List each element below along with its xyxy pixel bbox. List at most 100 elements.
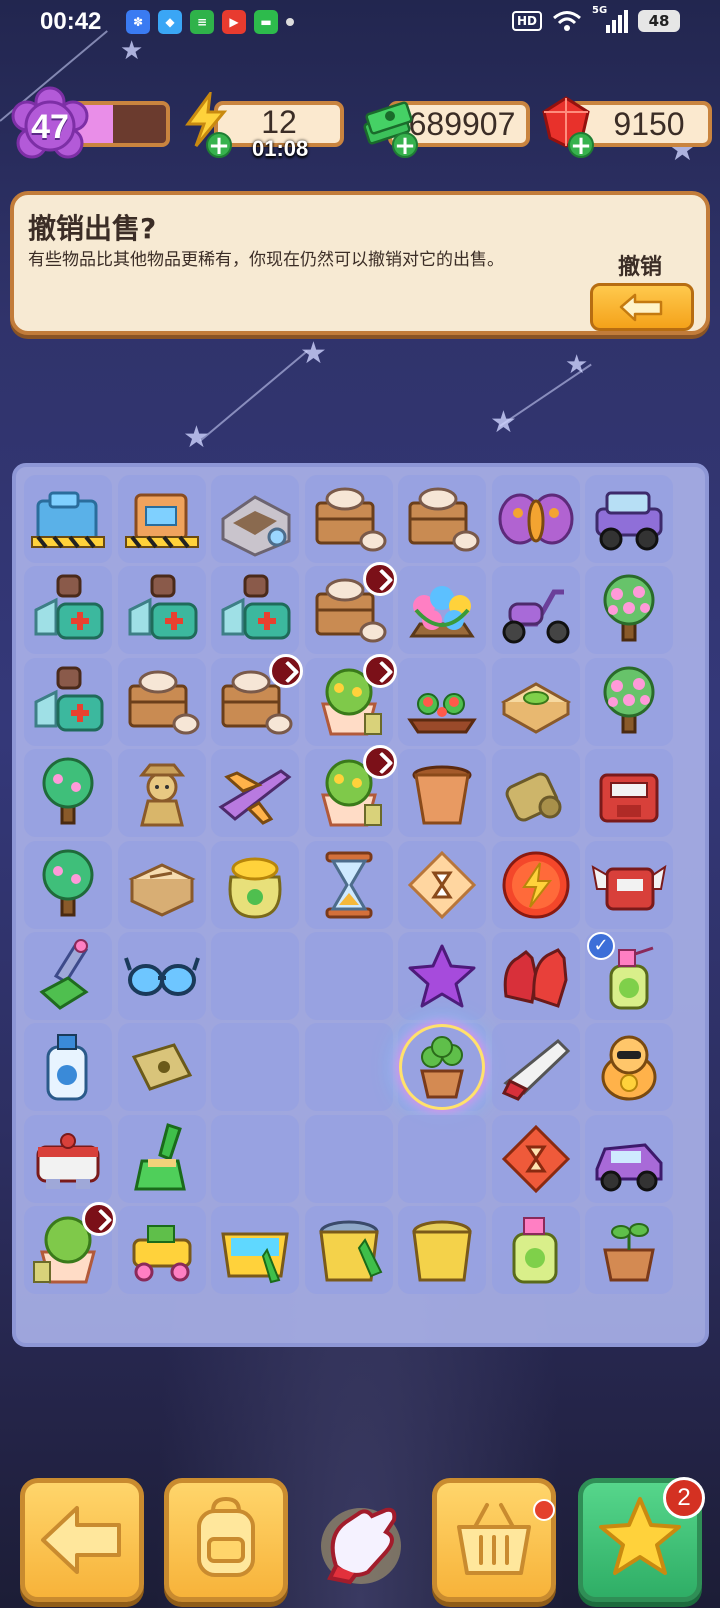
board-cell[interactable]	[211, 1206, 299, 1295]
detergent-icon[interactable]	[496, 1210, 576, 1290]
board-cell[interactable]: ✓	[585, 932, 673, 1020]
empty-board-cell[interactable]	[304, 932, 393, 1020]
board-cell[interactable]	[398, 932, 486, 1020]
board-cell[interactable]	[585, 1206, 673, 1295]
flower-bouquet-icon[interactable]	[402, 570, 482, 650]
board-cell[interactable]	[491, 1023, 580, 1112]
board-cell[interactable]	[211, 566, 299, 655]
board-cell[interactable]	[585, 840, 673, 929]
backpack-button[interactable]	[164, 1478, 288, 1602]
scooter-icon[interactable]	[496, 570, 576, 650]
sunglasses-icon[interactable]	[122, 936, 202, 1016]
medical-kit-icon[interactable]	[215, 570, 295, 650]
board-cell[interactable]	[398, 1206, 486, 1295]
board-cell[interactable]	[117, 475, 206, 563]
purple-star-icon[interactable]	[402, 936, 482, 1016]
board-cell[interactable]	[24, 657, 112, 746]
airplane-icon[interactable]	[215, 753, 295, 833]
board-cell[interactable]	[585, 1114, 673, 1203]
empty-board-cell[interactable]	[398, 1114, 486, 1203]
board-cell[interactable]	[304, 653, 397, 746]
scrub-brush-icon[interactable]	[28, 936, 108, 1016]
green-tree-icon[interactable]	[28, 753, 108, 833]
construction-site-icon[interactable]	[28, 479, 108, 559]
potted-plant-rainbow-icon[interactable]	[402, 1027, 482, 1107]
blossom-tree-icon[interactable]	[589, 570, 669, 650]
blossom-tree-icon[interactable]	[589, 662, 669, 742]
shop-button[interactable]	[432, 1478, 556, 1602]
board-cell[interactable]	[491, 1206, 580, 1295]
add-energy-button[interactable]: +	[206, 132, 232, 159]
board-cell[interactable]	[117, 1206, 206, 1295]
sandwich-icon[interactable]	[496, 662, 576, 742]
board-cell[interactable]	[117, 566, 206, 655]
board-cell[interactable]	[585, 566, 673, 655]
cargo-crate-icon[interactable]	[309, 479, 389, 559]
medical-kit-icon[interactable]	[28, 662, 108, 742]
back-button[interactable]	[20, 1478, 144, 1602]
board-cell[interactable]	[304, 562, 397, 655]
level-badge[interactable]: 47	[10, 86, 90, 166]
board-cell[interactable]	[585, 1023, 673, 1112]
water-bottle-icon[interactable]	[28, 1027, 108, 1107]
board-cell[interactable]	[117, 840, 206, 929]
board-cell[interactable]	[24, 1114, 112, 1203]
board-cell[interactable]	[491, 840, 580, 929]
hourglass-icon[interactable]	[309, 845, 389, 925]
board-cell[interactable]	[24, 840, 112, 929]
board-cell[interactable]	[211, 840, 299, 929]
board-cell[interactable]	[491, 566, 580, 655]
empty-board-cell[interactable]	[304, 1023, 393, 1112]
toy-cart-icon[interactable]	[122, 1210, 202, 1290]
board-cell[interactable]	[117, 749, 206, 838]
board-cell[interactable]	[24, 1202, 116, 1295]
toolbox-wings-icon[interactable]	[589, 845, 669, 925]
add-cash-button[interactable]: +	[392, 132, 418, 159]
board-cell[interactable]	[24, 566, 112, 655]
board-cell[interactable]	[24, 749, 112, 838]
board-cell[interactable]	[491, 932, 580, 1020]
board-cell[interactable]	[304, 745, 397, 838]
board-cell[interactable]	[24, 1023, 112, 1112]
purple-car-icon[interactable]	[589, 1119, 669, 1199]
aquarium-icon[interactable]	[215, 1210, 295, 1290]
undo-button[interactable]	[590, 283, 694, 331]
board-cell[interactable]	[491, 1114, 580, 1203]
board-cell[interactable]	[585, 657, 673, 746]
board-cell[interactable]	[585, 475, 673, 563]
toolbox-red-icon[interactable]	[589, 753, 669, 833]
rolled-rug-icon[interactable]	[496, 753, 576, 833]
sprout-pot-icon[interactable]	[589, 1210, 669, 1290]
board-cell[interactable]	[491, 749, 580, 838]
empty-board-cell[interactable]	[211, 932, 299, 1020]
crafting-table-icon[interactable]	[215, 479, 295, 559]
seed-bag-gold-icon[interactable]	[215, 845, 295, 925]
board-cell[interactable]	[398, 566, 486, 655]
empty-board-cell[interactable]	[304, 1114, 393, 1203]
jeep-icon[interactable]	[589, 479, 669, 559]
empty-board-cell[interactable]	[211, 1114, 299, 1203]
board-cell[interactable]	[398, 1023, 486, 1112]
moth-icon[interactable]	[496, 479, 576, 559]
timer-token-icon[interactable]	[402, 845, 482, 925]
board-cell[interactable]	[117, 932, 206, 1020]
board-cell[interactable]	[585, 749, 673, 838]
glove-button[interactable]	[306, 1486, 416, 1596]
flower-bed-icon[interactable]	[402, 662, 482, 742]
board-cell[interactable]	[398, 657, 486, 746]
lucky-cat-icon[interactable]	[589, 1027, 669, 1107]
board-cell[interactable]	[398, 475, 486, 563]
board-cell[interactable]	[24, 932, 112, 1020]
seed-packet-icon[interactable]	[122, 1027, 202, 1107]
board-cell[interactable]	[211, 653, 303, 746]
timer-token-red-icon[interactable]	[496, 1119, 576, 1199]
green-broom-icon[interactable]	[122, 1119, 202, 1199]
wooden-box-icon[interactable]	[122, 845, 202, 925]
hand-saw-icon[interactable]	[496, 1027, 576, 1107]
add-gems-button[interactable]: +	[568, 132, 594, 159]
board-cell[interactable]	[211, 749, 299, 838]
cargo-crate-icon[interactable]	[122, 662, 202, 742]
scarecrow-icon[interactable]	[122, 753, 202, 833]
board-cell[interactable]	[491, 475, 580, 563]
board-cell[interactable]	[117, 1114, 206, 1203]
